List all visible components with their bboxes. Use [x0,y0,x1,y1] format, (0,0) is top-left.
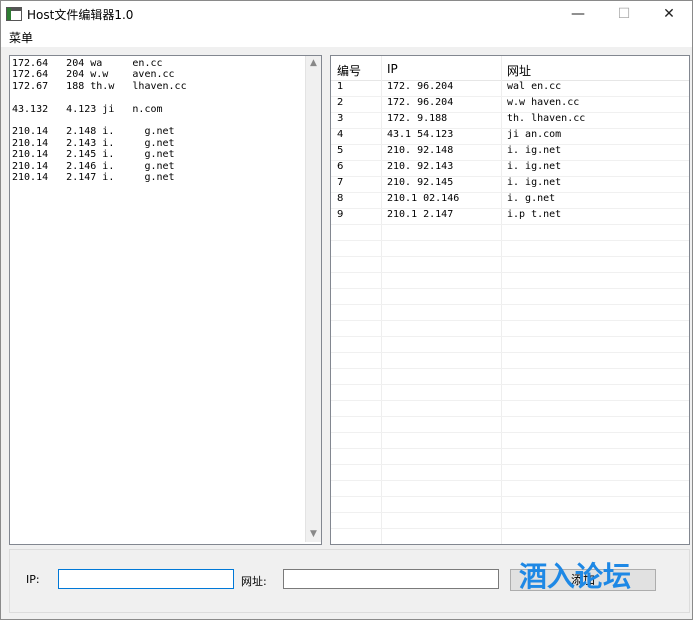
column-header-ip[interactable]: IP [387,62,398,76]
vertical-scrollbar[interactable]: ▲ ▼ [305,56,321,542]
close-button[interactable]: ✕ [646,1,692,27]
empty-table-row [331,480,689,497]
row-url-cell: th. lhaven.cc [507,113,586,124]
empty-table-row [331,240,689,257]
row-ip-cell: 172. 96.204 [387,97,454,108]
row-id-cell: 8 [337,193,344,204]
row-id-cell: 5 [337,145,344,156]
window-title: Host文件编辑器1.0 [27,8,134,22]
empty-table-row [331,272,689,289]
menu-item-menu[interactable]: 菜单 [9,29,33,46]
empty-table-row [331,368,689,385]
row-ip-cell: 172. 96.204 [387,81,454,92]
scroll-down-icon[interactable]: ▼ [306,527,321,542]
row-url-cell: i. ig.net [507,161,562,172]
row-id-cell: 4 [337,129,344,140]
empty-table-row [331,400,689,417]
scroll-up-icon[interactable]: ▲ [306,56,321,71]
row-id-cell: 3 [337,113,344,124]
empty-table-row [331,512,689,529]
row-url-cell: ji an.com [507,129,562,140]
editor-line: 210.14 2.146 i. g.net [12,160,175,172]
editor-line: 172.64 204 wa en.cc [12,58,163,69]
row-ip-cell: 210.1 2.147 [387,209,454,220]
row-id-cell: 9 [337,209,344,220]
row-url-cell: wal en.cc [507,81,562,92]
editor-line: 43.132 4.123 ji n.com [12,103,163,115]
hosts-table: 编号 IP 网址 1 172. 96.204 wal en.cc 2 172. 96.2… [330,55,690,545]
editor-line: 210.14 2.148 i. g.net [12,126,175,138]
editor-line: 210.14 2.145 i. g.net [12,149,175,161]
empty-table-row [331,320,689,337]
empty-table-row [331,384,689,401]
row-url-cell: i. g.net [507,193,556,204]
table-header: 编号 IP 网址 [331,56,689,81]
row-url-cell: w.w haven.cc [507,97,580,108]
hosts-text-content[interactable]: 172.64 204 wa en.cc 172.64 204 w.w aven.c… [12,58,304,183]
table-row[interactable]: 7 210. 92.145 i. ig.net [331,176,689,193]
empty-table-row [331,496,689,513]
row-id-cell: 7 [337,177,344,188]
watermark-logo: 酒入论坛 [519,560,632,593]
app-window: Host文件编辑器1.0 — ☐ ✕ 菜单 172.64 204 wa en.c… [0,0,693,620]
empty-table-row [331,256,689,273]
empty-table-row [331,432,689,449]
row-ip-cell: 43.1 54.123 [387,129,454,140]
row-ip-cell: 210. 92.143 [387,161,454,172]
editor-line: 210.14 2.147 i. g.net [12,171,175,183]
table-row[interactable]: 5 210. 92.148 i. ig.net [331,144,689,161]
url-label: 网址: [241,575,267,588]
menu-bar: 菜单 [1,27,692,47]
editor-line: 172.64 204 w.w aven.cc [12,69,175,81]
row-ip-cell: 210. 92.145 [387,177,454,188]
empty-table-row [331,288,689,305]
empty-table-row [331,528,689,544]
table-row[interactable]: 9 210.1 2.147 i.p t.net [331,208,689,225]
ip-label: IP: [26,573,40,586]
table-row[interactable]: 1 172. 96.204 wal en.cc [331,80,689,97]
row-url-cell: i. ig.net [507,145,562,156]
row-url-cell: i. ig.net [507,177,562,188]
table-row[interactable]: 2 172. 96.204 w.w haven.cc [331,96,689,113]
maximize-button[interactable]: ☐ [601,1,647,27]
row-id-cell: 1 [337,81,344,92]
ip-input[interactable] [58,569,234,589]
url-input[interactable] [283,569,499,589]
app-icon [6,7,22,21]
title-bar: Host文件编辑器1.0 — ☐ ✕ [1,1,692,27]
editor-line: 210.14 2.143 i. g.net [12,137,175,149]
table-row[interactable]: 3 172. 9.188 th. lhaven.cc [331,112,689,129]
empty-table-row [331,416,689,433]
row-ip-cell: 210. 92.148 [387,145,454,156]
empty-table-row [331,304,689,321]
table-row[interactable]: 4 43.1 54.123 ji an.com [331,128,689,145]
row-url-cell: i.p t.net [507,209,562,220]
empty-table-row [331,224,689,241]
column-header-id[interactable]: 编号 [337,62,361,79]
row-id-cell: 6 [337,161,344,172]
empty-table-row [331,336,689,353]
empty-table-row [331,464,689,481]
column-header-url[interactable]: 网址 [507,62,531,79]
minimize-button[interactable]: — [555,1,601,27]
row-ip-cell: 172. 9.188 [387,113,448,124]
hosts-text-editor[interactable]: 172.64 204 wa en.cc 172.64 204 w.w aven.c… [9,55,322,545]
empty-table-row [331,352,689,369]
editor-line: 172.67 188 th.w lhaven.cc [12,80,187,92]
empty-table-row [331,448,689,465]
table-row[interactable]: 6 210. 92.143 i. ig.net [331,160,689,177]
table-row[interactable]: 8 210.1 02.146 i. g.net [331,192,689,209]
row-id-cell: 2 [337,97,344,108]
row-ip-cell: 210.1 02.146 [387,193,460,204]
